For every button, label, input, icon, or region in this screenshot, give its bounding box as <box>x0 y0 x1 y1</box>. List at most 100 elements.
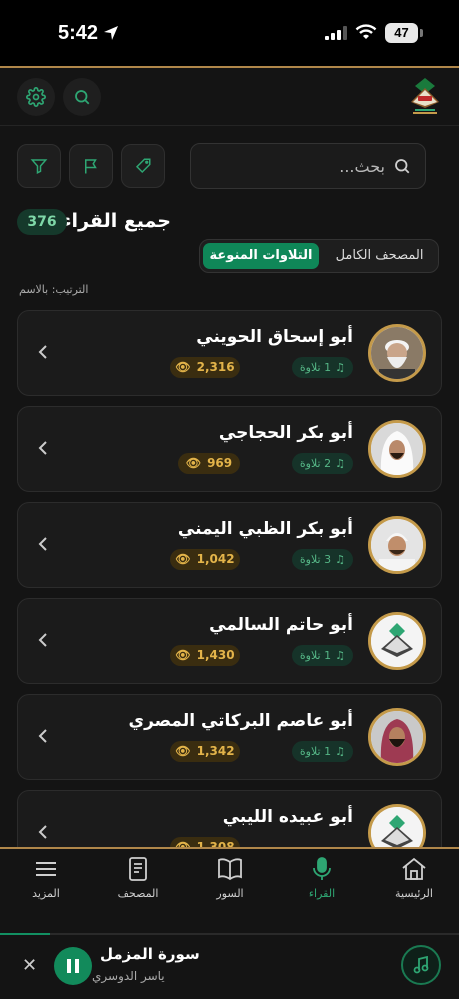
reciter-name: أبو بكر الحجاجي <box>218 423 353 443</box>
flag-filter-button[interactable] <box>69 144 113 188</box>
open-book-icon <box>218 858 242 881</box>
status-bar: 5:42 47 <box>0 0 459 66</box>
reciter-card[interactable]: أبو إسحاق الحويني ♫ 1 تلاوة 👁 2,316 <box>17 310 442 396</box>
reciter-avatar-placeholder <box>368 612 426 670</box>
reciter-avatar-placeholder <box>368 804 426 848</box>
music-note-icon: ♫ <box>335 457 345 470</box>
app-screen: جميع القراء 376 التلاوات المنوعة المصحف … <box>0 66 459 999</box>
nav-more[interactable]: المزيد <box>6 857 86 900</box>
reciter-name: أبو إسحاق الحويني <box>196 327 353 347</box>
reciter-card[interactable]: أبو بكر الحجاجي ♫ 2 تلاوة 👁 969 <box>17 406 442 492</box>
reciter-name: أبو بكر الظبي اليمني <box>177 519 353 539</box>
filter-button[interactable] <box>17 144 61 188</box>
nav-surahs-label: السور <box>216 887 244 900</box>
nav-surahs[interactable]: السور <box>190 857 270 900</box>
nav-mushaf[interactable]: المصحف <box>98 857 178 900</box>
app-logo <box>411 78 439 114</box>
eye-icon: 👁 <box>175 648 191 662</box>
microphone-icon <box>313 857 331 880</box>
reciter-card[interactable]: أبو بكر الظبي اليمني ♫ 3 تلاوة 👁 1,042 <box>17 502 442 588</box>
reciter-avatar <box>368 708 426 766</box>
search-box[interactable] <box>190 143 426 189</box>
document-icon <box>129 857 147 881</box>
music-note-icon: ♫ <box>335 649 345 662</box>
chevron-left-icon <box>38 729 47 743</box>
wifi-icon <box>355 24 377 39</box>
views-badge: 👁 1,430 <box>170 645 240 666</box>
recitations-count-badge: ♫ 1 تلاوة <box>291 741 353 762</box>
views-count: 1,342 <box>196 744 235 758</box>
recitations-count: 2 تلاوة <box>299 457 332 470</box>
pause-button[interactable] <box>54 947 92 985</box>
recitations-count-badge: ♫ 2 تلاوة <box>291 453 353 474</box>
reciters-list: أبو إسحاق الحويني ♫ 1 تلاوة 👁 2,316 أبو بك… <box>17 310 442 848</box>
bottom-navigation: الرئيسية القراء السور المصحف المزيد <box>0 847 459 933</box>
music-note-icon: ♫ <box>335 553 345 566</box>
chevron-left-icon <box>38 537 47 551</box>
nav-home[interactable]: الرئيسية <box>374 857 454 900</box>
player-artwork[interactable] <box>401 945 441 985</box>
tag-filter-button[interactable] <box>121 144 165 188</box>
views-count: 2,316 <box>196 360 235 374</box>
tab-full-mushaf[interactable]: المصحف الكامل <box>322 243 437 269</box>
music-note-icon <box>413 956 429 974</box>
flag-icon <box>85 159 97 174</box>
filter-funnel-icon <box>30 159 48 174</box>
search-icon <box>75 90 90 105</box>
battery-indicator: 47 <box>385 23 418 43</box>
gear-icon <box>26 87 46 107</box>
top-header <box>0 68 459 126</box>
recitations-count: 1 تلاوة <box>299 649 332 662</box>
eye-icon: 👁 <box>185 456 202 470</box>
tag-icon <box>135 158 151 174</box>
recitations-count: 1 تلاوة <box>299 745 332 758</box>
search-icon <box>395 159 410 174</box>
recitations-count-badge: ♫ 1 تلاوة <box>291 357 353 378</box>
views-count: 969 <box>207 456 233 470</box>
eye-icon: 👁 <box>175 360 191 374</box>
recitations-count: 1 تلاوة <box>299 361 332 374</box>
reciter-name: أبو عبيده الليبي <box>222 807 353 827</box>
battery-tip <box>420 29 423 37</box>
nav-more-label: المزيد <box>32 887 60 900</box>
now-playing-artist: ياسر الدوسري <box>92 969 165 983</box>
reciter-card[interactable]: أبو عبيده الليبي 👁 1,308 <box>17 790 442 848</box>
reciter-avatar <box>368 516 426 574</box>
status-time: 5:42 <box>58 22 99 44</box>
reciter-count-badge: 376 <box>17 209 67 235</box>
recitations-count-badge: ♫ 1 تلاوة <box>291 645 353 666</box>
views-count: 1,042 <box>196 552 235 566</box>
eye-icon: 👁 <box>175 552 191 566</box>
reciter-name: أبو حاتم السالمي <box>209 615 353 635</box>
reciter-avatar <box>368 420 426 478</box>
recitation-type-segmented-control: التلاوات المنوعة المصحف الكامل <box>199 239 439 273</box>
music-note-icon: ♫ <box>335 745 345 758</box>
now-playing-title: سورة المزمل <box>100 945 200 963</box>
recitations-count: 3 تلاوة <box>299 553 332 566</box>
chevron-left-icon <box>38 825 47 839</box>
reciter-card[interactable]: أبو حاتم السالمي ♫ 1 تلاوة 👁 1,430 <box>17 598 442 684</box>
menu-icon <box>36 862 56 876</box>
sort-label[interactable]: الترتيب: بالاسم <box>19 283 88 296</box>
pause-icon <box>67 959 79 973</box>
reciter-name: أبو عاصم البركاتي المصري <box>128 711 353 731</box>
close-player-button[interactable]: ✕ <box>22 955 37 976</box>
home-icon <box>402 857 426 880</box>
header-search-button[interactable] <box>63 78 101 116</box>
nav-reciters[interactable]: القراء <box>282 857 362 900</box>
mini-player[interactable]: ✕ سورة المزمل ياسر الدوسري <box>0 935 459 999</box>
chevron-left-icon <box>38 441 47 455</box>
views-badge: 👁 1,042 <box>170 549 240 570</box>
reciter-avatar <box>368 324 426 382</box>
tab-various-recitations[interactable]: التلاوات المنوعة <box>203 243 319 269</box>
chevron-left-icon <box>38 633 47 647</box>
nav-mushaf-label: المصحف <box>117 887 159 900</box>
search-input[interactable] <box>215 156 385 176</box>
views-badge: 👁 2,316 <box>170 357 240 378</box>
settings-button[interactable] <box>17 78 55 116</box>
eye-icon: 👁 <box>175 744 191 758</box>
reciter-card[interactable]: أبو عاصم البركاتي المصري ♫ 1 تلاوة 👁 1,342 <box>17 694 442 780</box>
nav-home-label: الرئيسية <box>395 887 433 900</box>
views-badge: 👁 1,342 <box>170 741 240 762</box>
location-arrow-icon <box>104 26 118 40</box>
